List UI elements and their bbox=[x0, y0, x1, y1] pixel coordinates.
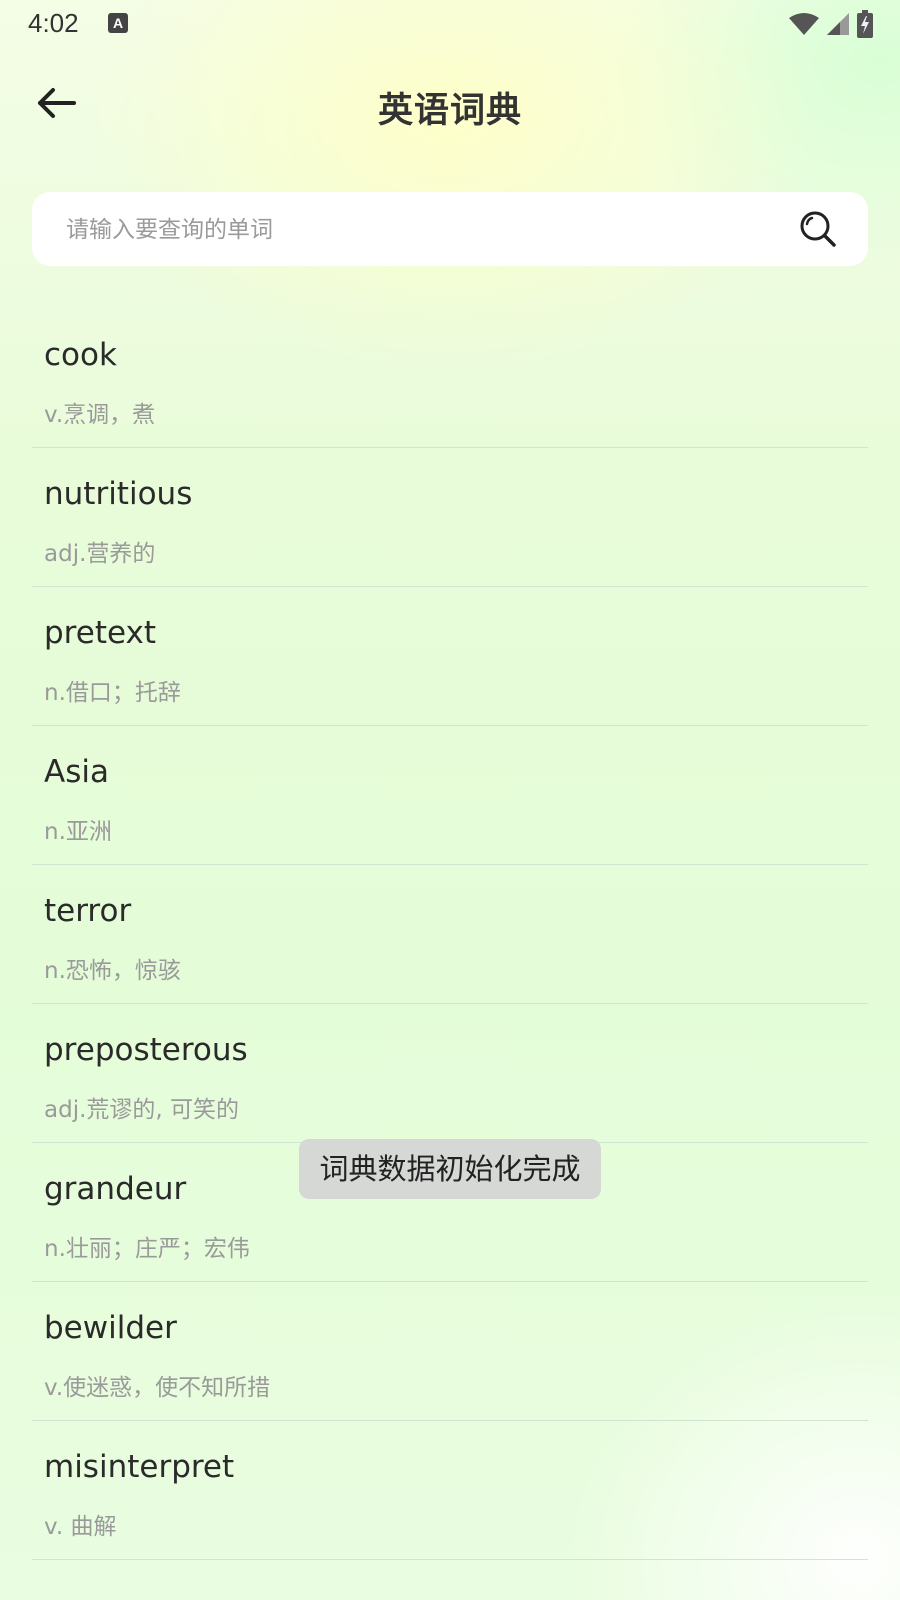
word-text: preposterous bbox=[44, 1032, 248, 1068]
word-definition: adj.荒谬的, 可笑的 bbox=[44, 1097, 240, 1123]
status-time: 4:02 bbox=[28, 8, 79, 38]
search-input[interactable] bbox=[64, 192, 768, 268]
word-definition: n.恐怖，惊骇 bbox=[44, 958, 181, 984]
list-item[interactable]: Asia n.亚洲 bbox=[32, 726, 868, 865]
word-text: misinterpret bbox=[44, 1449, 235, 1485]
search-bar bbox=[32, 192, 868, 268]
word-definition: v. 曲解 bbox=[44, 1514, 117, 1540]
signal-icon bbox=[827, 13, 849, 35]
status-icons bbox=[788, 10, 874, 38]
word-definition: v.烹调，煮 bbox=[44, 402, 156, 428]
list-item[interactable]: bewilder v.使迷惑，使不知所措 bbox=[32, 1282, 868, 1421]
list-item[interactable]: terror n.恐怖，惊骇 bbox=[32, 865, 868, 1004]
word-text: nutritious bbox=[44, 476, 193, 512]
word-definition: n.亚洲 bbox=[44, 819, 112, 845]
word-definition: v.使迷惑，使不知所措 bbox=[44, 1375, 271, 1401]
list-item[interactable]: nutritious adj.营养的 bbox=[32, 448, 868, 587]
word-definition: n.壮丽；庄严；宏伟 bbox=[44, 1236, 250, 1262]
wifi-icon bbox=[789, 13, 819, 35]
word-text: Asia bbox=[44, 754, 109, 790]
list-item[interactable]: cook v.烹调，煮 bbox=[32, 309, 868, 448]
list-item[interactable]: pretext n.借口；托辞 bbox=[32, 587, 868, 726]
word-text: terror bbox=[44, 893, 132, 929]
word-text: cook bbox=[44, 337, 117, 373]
list-item[interactable]: preposterous adj.荒谬的, 可笑的 bbox=[32, 1004, 868, 1143]
search-icon bbox=[800, 211, 836, 247]
word-text: grandeur bbox=[44, 1171, 187, 1207]
word-definition: adj.营养的 bbox=[44, 541, 156, 567]
list-item[interactable]: misinterpret v. 曲解 bbox=[32, 1421, 868, 1560]
notification-a-icon: A bbox=[108, 13, 128, 33]
search-button[interactable] bbox=[798, 209, 838, 249]
status-bar: 4:02 A bbox=[0, 0, 900, 48]
word-text: pretext bbox=[44, 615, 156, 651]
word-list: cook v.烹调，煮 nutritious adj.营养的 pretext n… bbox=[32, 309, 868, 1560]
app-header: 英语词典 bbox=[0, 68, 900, 138]
toast-message: 词典数据初始化完成 bbox=[299, 1139, 601, 1199]
word-text: bewilder bbox=[44, 1310, 177, 1346]
page-title: 英语词典 bbox=[377, 91, 522, 131]
battery-charging-icon bbox=[857, 10, 873, 38]
word-definition: n.借口；托辞 bbox=[44, 680, 181, 706]
